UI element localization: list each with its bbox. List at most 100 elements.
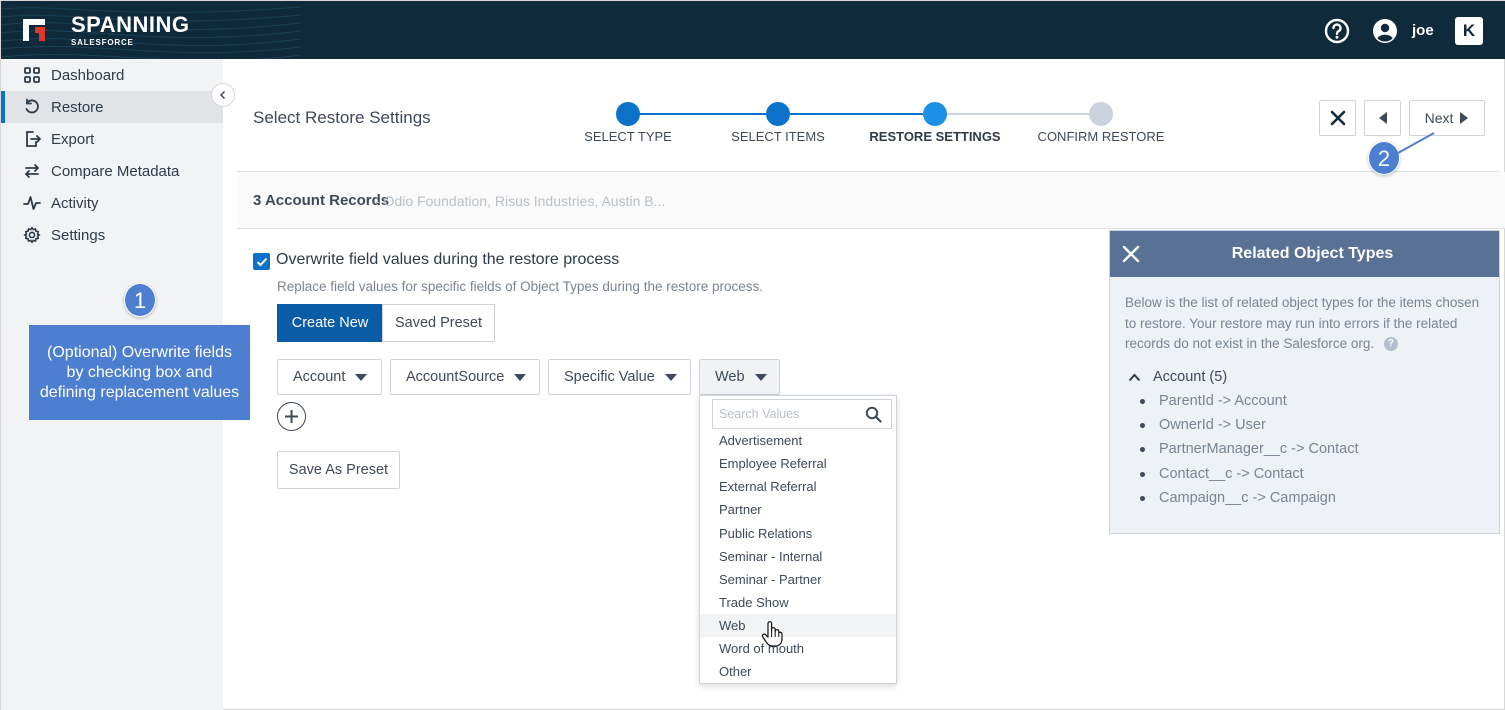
- restore-undo-icon: [25, 98, 39, 114]
- sidebar-item-label: Compare Metadata: [51, 162, 180, 180]
- checkmark-icon: [256, 257, 267, 266]
- related-item: OwnerId -> User: [1140, 417, 1266, 433]
- related-item: Contact__c -> Contact: [1140, 466, 1304, 482]
- related-object-types-panel: Related Object Types Below is the list o…: [1109, 230, 1500, 534]
- step-dot-select-items[interactable]: [766, 102, 790, 126]
- chevron-left-icon: [219, 90, 226, 100]
- annotation-callout-1: (Optional) Overwrite fields by checking …: [29, 325, 250, 420]
- menu-option[interactable]: Public Relations: [700, 522, 896, 545]
- related-panel-description-text: Below is the list of related object type…: [1125, 295, 1480, 351]
- menu-option[interactable]: Trade Show: [700, 591, 896, 614]
- related-panel-title: Related Object Types: [1231, 245, 1394, 262]
- stepper-line-pending: [934, 113, 1101, 115]
- dropdown-value: AccountSource: [406, 369, 505, 385]
- related-group-label: Account (5): [1153, 369, 1228, 385]
- dropdown-value: Account: [293, 369, 346, 385]
- related-panel-header: Related Object Types: [1110, 231, 1499, 277]
- hand-cursor-icon: [761, 621, 783, 647]
- step-dot-select-type[interactable]: [616, 102, 640, 126]
- value-dropdown-menu: Advertisement Employee Referral External…: [699, 395, 897, 684]
- user-avatar-icon[interactable]: [1372, 18, 1398, 44]
- annotation-badge-1: 1: [124, 283, 156, 317]
- caret-down-icon: [514, 373, 527, 381]
- related-item: ParentId -> Account: [1140, 393, 1287, 409]
- menu-option[interactable]: Partner: [700, 498, 896, 521]
- sidebar-item-activity[interactable]: Activity: [1, 187, 223, 219]
- triangle-left-icon: [1378, 112, 1387, 124]
- step-dot-confirm-restore: [1089, 102, 1113, 126]
- caret-down-icon: [664, 373, 677, 381]
- related-item-text: Contact__c -> Contact: [1159, 466, 1304, 482]
- sidebar-collapse-button[interactable]: [211, 83, 235, 107]
- sidebar-item-settings[interactable]: Settings: [1, 219, 223, 251]
- restore-stepper: SELECT TYPE SELECT ITEMS RESTORE SETTING…: [561, 101, 1201, 151]
- gear-icon: [23, 226, 41, 244]
- overwrite-checkbox-label[interactable]: Overwrite field values during the restor…: [276, 251, 619, 269]
- field-dropdown[interactable]: AccountSource: [390, 359, 540, 395]
- overwrite-checkbox[interactable]: [253, 253, 270, 270]
- object-type-dropdown[interactable]: Account: [277, 359, 382, 395]
- related-item-text: OwnerId -> User: [1159, 417, 1266, 433]
- value-dropdown[interactable]: Web: [699, 359, 780, 395]
- create-new-button[interactable]: Create New: [277, 304, 383, 342]
- help-question-icon[interactable]: ?: [1383, 337, 1398, 352]
- search-icon[interactable]: [865, 406, 882, 423]
- sidebar-item-label: Restore: [51, 98, 104, 116]
- menu-option[interactable]: Advertisement: [700, 429, 896, 452]
- annotation-pointer-line: [1397, 132, 1435, 154]
- sidebar-item-label: Dashboard: [51, 66, 125, 84]
- brand-badge[interactable]: K: [1455, 17, 1483, 45]
- user-name[interactable]: joe: [1412, 22, 1434, 39]
- plus-icon: [285, 410, 298, 423]
- menu-option[interactable]: Employee Referral: [700, 452, 896, 475]
- related-panel-description: Below is the list of related object type…: [1125, 293, 1490, 355]
- related-item-text: Campaign__c -> Campaign: [1159, 490, 1336, 506]
- triangle-right-icon: [1460, 112, 1469, 124]
- top-header: SPANNING SALESFORCE joe K: [1, 1, 1505, 59]
- step-label-restore-settings: RESTORE SETTINGS: [869, 129, 1001, 144]
- help-question-icon[interactable]: [1324, 18, 1350, 44]
- sidebar-item-label: Activity: [51, 194, 99, 212]
- value-search-box: [712, 399, 892, 429]
- menu-option[interactable]: External Referral: [700, 475, 896, 498]
- records-title: 3 Account Records: [253, 192, 390, 209]
- sidebar-item-restore[interactable]: Restore: [1, 91, 223, 123]
- saved-preset-button[interactable]: Saved Preset: [382, 304, 495, 342]
- value-type-dropdown[interactable]: Specific Value: [548, 359, 691, 395]
- menu-option[interactable]: Seminar - Internal: [700, 545, 896, 568]
- save-as-preset-button[interactable]: Save As Preset: [277, 451, 400, 489]
- related-item-text: ParentId -> Account: [1159, 393, 1287, 409]
- chevron-up-icon: [1128, 373, 1141, 381]
- menu-option[interactable]: Word of mouth: [700, 637, 896, 660]
- caret-down-icon: [355, 373, 368, 381]
- add-field-button[interactable]: [277, 402, 306, 431]
- sidebar-item-export[interactable]: Export: [1, 123, 223, 155]
- dropdown-value: Specific Value: [564, 369, 655, 385]
- records-names: - Odio Foundation, Risus Industries, Aus…: [375, 193, 666, 209]
- page-title: Select Restore Settings: [253, 108, 431, 127]
- cancel-button[interactable]: [1319, 100, 1356, 136]
- sidebar-item-dashboard[interactable]: Dashboard: [1, 59, 223, 91]
- close-icon: [1330, 110, 1345, 126]
- overwrite-hint: Replace field values for specific fields…: [277, 279, 763, 294]
- step-label-select-items: SELECT ITEMS: [731, 129, 825, 144]
- step-label-confirm-restore: CONFIRM RESTORE: [1037, 129, 1165, 144]
- activity-pulse-icon: [23, 196, 41, 210]
- dropdown-value: Web: [715, 369, 745, 385]
- logo-subtext: SALESFORCE: [71, 38, 134, 47]
- caret-down-icon: [754, 373, 767, 381]
- related-item: PartnerManager__c -> Contact: [1140, 441, 1358, 457]
- dashboard-grid-icon: [24, 67, 40, 83]
- related-group-account[interactable]: Account (5): [1128, 369, 1227, 385]
- next-button-label: Next: [1424, 110, 1454, 126]
- value-search-input[interactable]: [713, 400, 853, 428]
- menu-option[interactable]: Seminar - Partner: [700, 568, 896, 591]
- records-divider: [237, 228, 1505, 229]
- menu-option-hovered[interactable]: Web: [700, 614, 896, 637]
- sidebar-item-compare-metadata[interactable]: Compare Metadata: [1, 155, 223, 187]
- compare-arrows-icon: [24, 164, 40, 178]
- step-dot-restore-settings: [923, 102, 947, 126]
- step-label-select-type: SELECT TYPE: [584, 129, 672, 144]
- sidebar-item-label: Export: [51, 130, 95, 148]
- menu-option[interactable]: Other: [700, 660, 896, 683]
